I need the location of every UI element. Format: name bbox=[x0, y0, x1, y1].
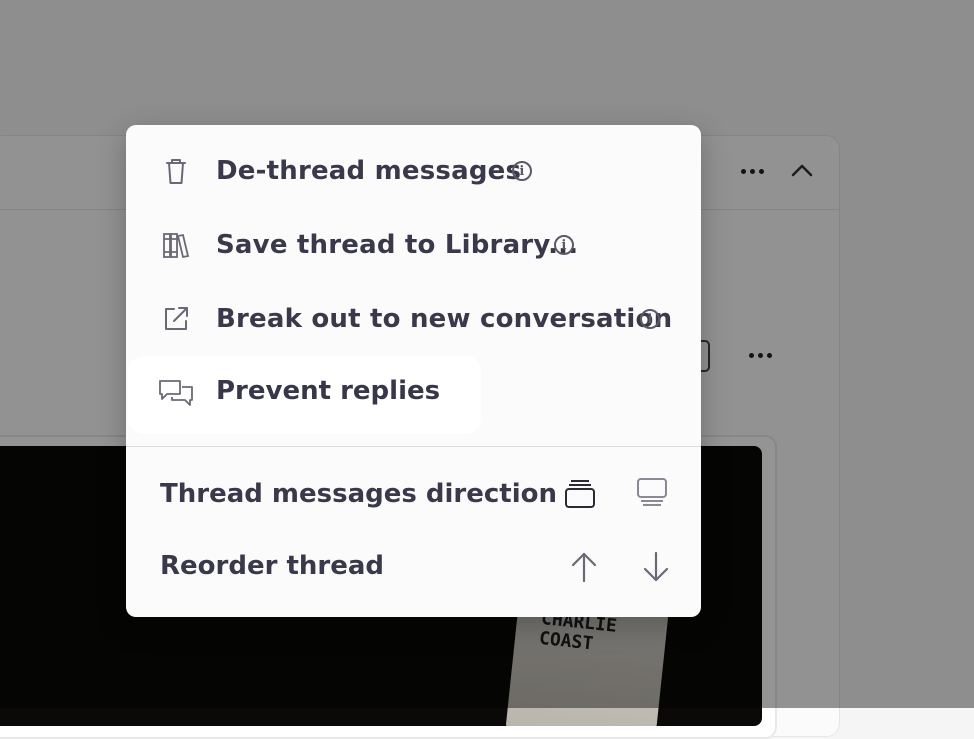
menu-item-break-out[interactable]: Break out to new conversation i bbox=[126, 289, 701, 349]
speech-bubbles-icon bbox=[158, 378, 194, 410]
stack-top-icon[interactable] bbox=[562, 475, 598, 511]
info-icon[interactable]: i bbox=[554, 235, 574, 255]
info-icon[interactable]: i bbox=[512, 161, 532, 181]
trash-icon bbox=[160, 155, 192, 187]
menu-item-dethread[interactable]: De-thread messages i bbox=[126, 141, 701, 201]
menu-item-label: Break out to new conversation bbox=[216, 304, 673, 334]
menu-item-prevent-replies[interactable]: Prevent replies bbox=[128, 356, 481, 434]
stack-bottom-icon[interactable] bbox=[634, 475, 670, 511]
menu-divider bbox=[126, 446, 701, 447]
external-link-icon bbox=[160, 303, 192, 335]
menu-item-label: Prevent replies bbox=[216, 376, 441, 406]
info-icon[interactable]: i bbox=[640, 309, 660, 329]
menu-item-save-library[interactable]: Save thread to Library... i bbox=[126, 215, 701, 275]
menu-item-label: Save thread to Library... bbox=[216, 230, 579, 260]
menu-item-label: De-thread messages bbox=[216, 156, 522, 186]
reorder-thread-label: Reorder thread bbox=[160, 551, 385, 581]
arrow-down-icon[interactable] bbox=[638, 549, 674, 585]
arrow-up-icon[interactable] bbox=[566, 549, 602, 585]
library-books-icon bbox=[160, 229, 192, 261]
thread-direction-label: Thread messages direction bbox=[160, 479, 558, 509]
